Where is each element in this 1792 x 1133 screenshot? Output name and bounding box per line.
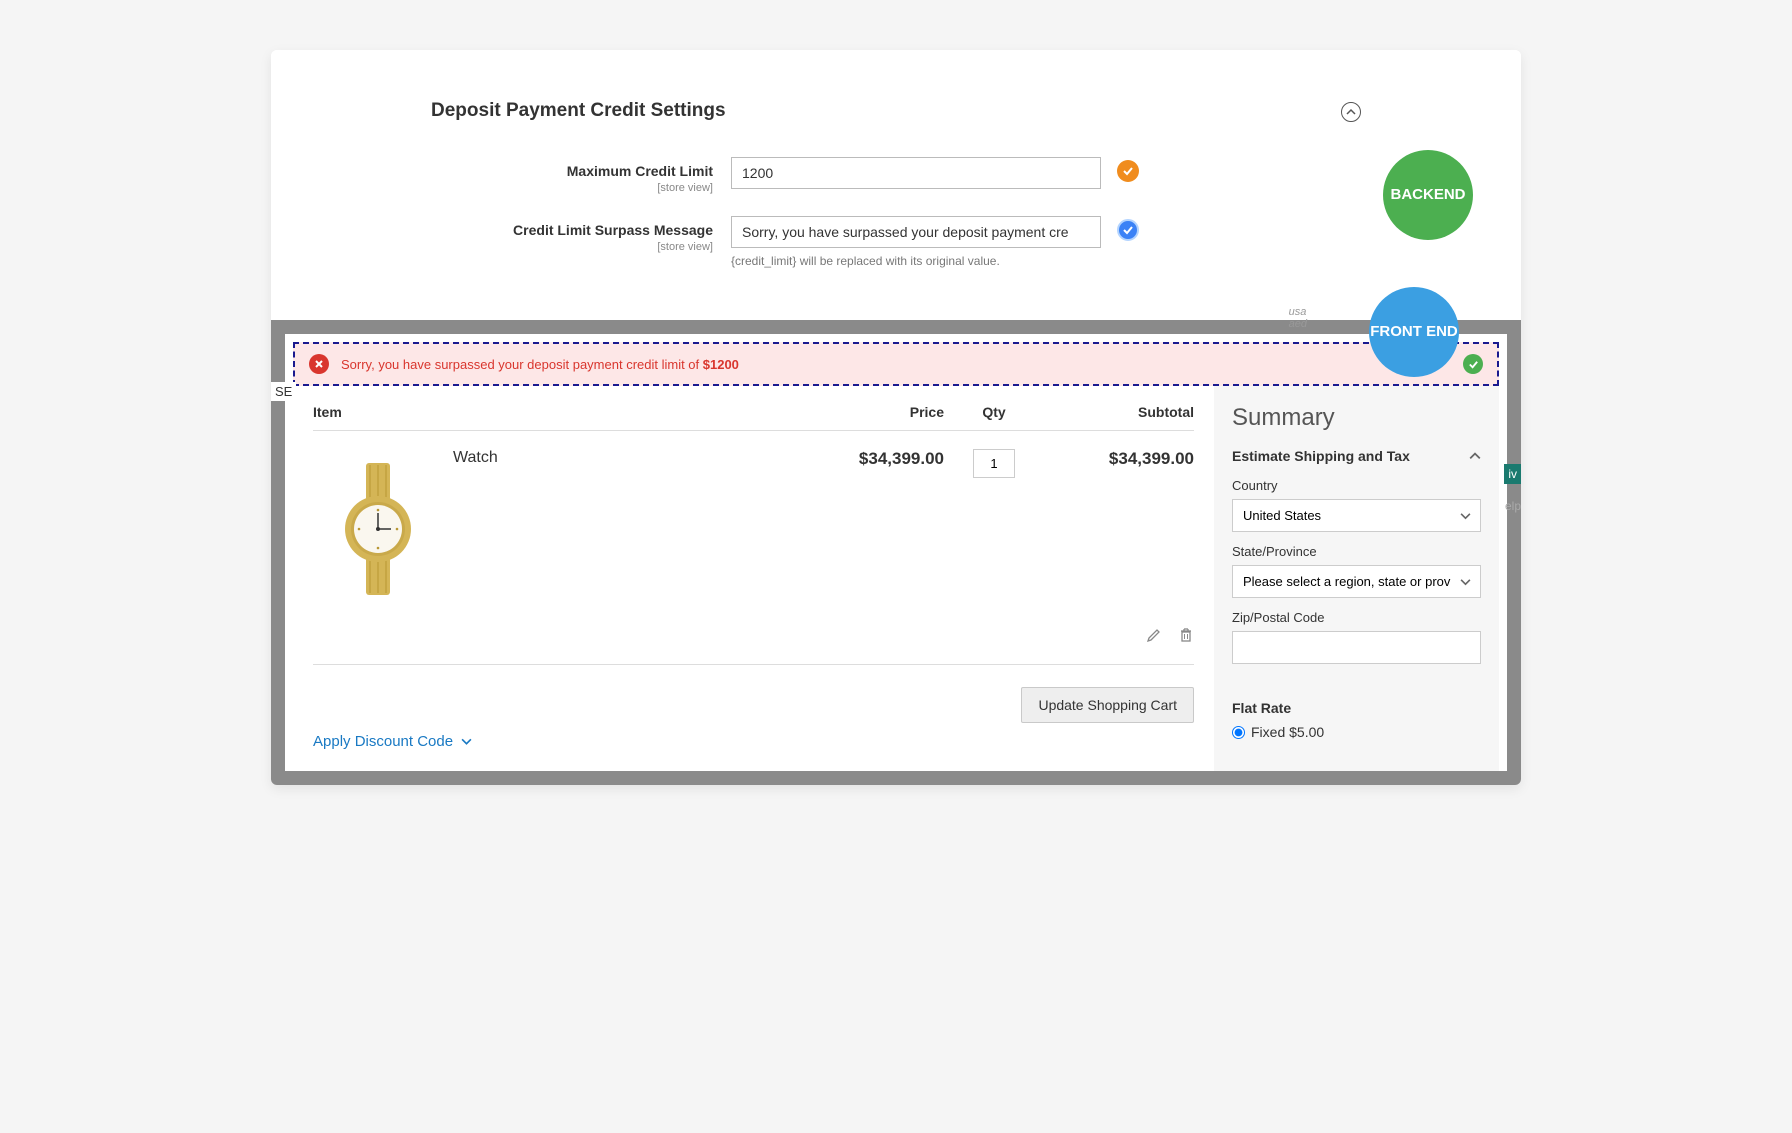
col-header-qty: Qty	[944, 404, 1044, 420]
frontend-section: SE usaaed iv elp FRONT END Sorry, you ha…	[271, 320, 1521, 785]
surpass-msg-input[interactable]	[731, 216, 1101, 248]
bg-fragment-usa: usaaed	[1289, 306, 1307, 330]
state-label: State/Province	[1232, 544, 1481, 559]
bg-fragment-elp: elp	[1505, 499, 1521, 513]
error-message: Sorry, you have surpassed your deposit p…	[341, 357, 1451, 372]
edit-icon[interactable]	[1146, 627, 1162, 648]
chevron-down-icon	[461, 736, 472, 747]
product-image	[313, 449, 443, 609]
zip-input[interactable]	[1232, 631, 1481, 664]
qty-input[interactable]	[973, 449, 1015, 478]
col-header-price: Price	[804, 404, 944, 420]
backend-badge: BACKEND	[1383, 150, 1473, 240]
check-icon-blue	[1117, 219, 1139, 241]
cart-summary: Summary Estimate Shipping and Tax Countr…	[1214, 386, 1499, 771]
surpass-msg-row: Credit Limit Surpass Message [store view…	[431, 216, 1461, 268]
state-select[interactable]: Please select a region, state or prov	[1232, 565, 1481, 598]
check-icon-green	[1463, 354, 1483, 374]
surpass-msg-scope: [store view]	[431, 241, 713, 253]
flat-rate-option[interactable]: Fixed $5.00	[1232, 724, 1481, 740]
max-credit-scope: [store view]	[431, 182, 713, 194]
discount-link[interactable]: Apply Discount Code	[313, 733, 472, 750]
trash-icon[interactable]	[1178, 627, 1194, 648]
collapse-icon[interactable]	[1341, 102, 1361, 122]
cart-item-row: Watch $34,399.00 $34,399.00	[313, 431, 1194, 619]
item-price: $34,399.00	[804, 449, 944, 609]
zip-label: Zip/Postal Code	[1232, 610, 1481, 625]
item-subtotal: $34,399.00	[1044, 449, 1194, 609]
max-credit-input[interactable]	[731, 157, 1101, 189]
col-header-item: Item	[313, 404, 804, 420]
col-header-subtotal: Subtotal	[1044, 404, 1194, 420]
flat-rate-radio[interactable]	[1232, 726, 1245, 739]
country-select[interactable]: United States	[1232, 499, 1481, 532]
cart-header-row: Item Price Qty Subtotal	[313, 404, 1194, 431]
cart-body: Item Price Qty Subtotal	[285, 386, 1507, 771]
summary-title: Summary	[1232, 404, 1481, 432]
app-container: Deposit Payment Credit Settings BACKEND …	[271, 50, 1521, 785]
surpass-msg-hint: {credit_limit} will be replaced with its…	[731, 254, 1101, 268]
cart-main: Item Price Qty Subtotal	[293, 386, 1214, 771]
check-icon-orange	[1117, 160, 1139, 182]
update-cart-button[interactable]: Update Shopping Cart	[1021, 687, 1194, 723]
item-actions	[313, 619, 1194, 665]
bg-fragment-se: SE	[271, 382, 296, 401]
frontend-badge: FRONT END	[1369, 287, 1459, 377]
error-icon	[309, 354, 329, 374]
error-banner: Sorry, you have surpassed your deposit p…	[293, 342, 1499, 386]
bg-fragment-iv: iv	[1504, 464, 1521, 484]
surpass-msg-label: Credit Limit Surpass Message	[513, 222, 713, 238]
chevron-up-icon	[1469, 450, 1481, 462]
estimate-toggle[interactable]: Estimate Shipping and Tax	[1232, 448, 1481, 464]
backend-section: Deposit Payment Credit Settings BACKEND …	[271, 50, 1521, 320]
flat-rate-title: Flat Rate	[1232, 700, 1481, 716]
product-name: Watch	[443, 449, 498, 609]
section-title: Deposit Payment Credit Settings	[431, 100, 1461, 122]
country-label: Country	[1232, 478, 1481, 493]
max-credit-row: Maximum Credit Limit [store view]	[431, 157, 1461, 194]
max-credit-label: Maximum Credit Limit	[567, 163, 713, 179]
